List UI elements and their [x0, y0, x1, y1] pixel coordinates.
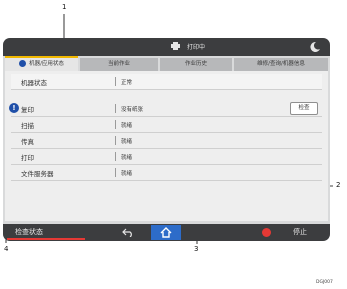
function-row-document-server: 文件服务器 就绪: [11, 165, 322, 181]
print-status-text: 打印中: [187, 44, 206, 51]
function-status: 没有纸张: [121, 107, 144, 113]
function-label: 复印: [21, 106, 34, 114]
tab-job-history[interactable]: 作业历史: [160, 58, 232, 71]
function-label: 传真: [21, 138, 34, 146]
top-status-bar: 打印中: [3, 38, 330, 56]
callout-4: 4: [4, 245, 9, 253]
control-panel-screen: 打印中 机器/应用状态 当前作业 作业历史 维修/查询/机器信息 机器状态 正常…: [3, 38, 330, 241]
tab-label: 维修/查询/机器信息: [257, 61, 305, 67]
check-status-indicator: [7, 238, 85, 240]
function-row-scan: 扫描 就绪: [11, 117, 322, 133]
home-icon: [160, 227, 172, 238]
divider: [115, 77, 116, 86]
figure-code: DGJ007: [316, 280, 333, 285]
tab-maintenance-info[interactable]: 维修/查询/机器信息: [234, 58, 328, 71]
function-row-print: 打印 就绪: [11, 149, 322, 165]
function-status: 就绪: [121, 139, 133, 145]
divider: [115, 152, 116, 161]
home-button[interactable]: [151, 225, 181, 240]
info-icon: [19, 60, 27, 67]
tab-current-jobs[interactable]: 当前作业: [80, 58, 158, 71]
divider: [115, 120, 116, 129]
check-status-key[interactable]: 检查状态: [15, 227, 43, 237]
function-status: 就绪: [121, 171, 133, 177]
bottom-bar: 检查状态 停止: [3, 224, 330, 241]
status-panel: 机器状态 正常 ! 复印 没有纸张 检查 扫描 就绪 传真 就绪 打印 就绪 文…: [5, 71, 328, 221]
function-status: 就绪: [121, 123, 133, 129]
moon-icon[interactable]: [309, 41, 321, 53]
callout-3: 3: [194, 245, 199, 253]
tab-label: 作业历史: [184, 61, 207, 67]
function-label: 扫描: [21, 122, 34, 130]
back-icon[interactable]: [122, 228, 134, 237]
machine-status-label: 机器状态: [21, 79, 47, 87]
function-row-copy: ! 复印 没有纸张 检查: [9, 101, 322, 117]
divider: [115, 168, 116, 177]
divider: [115, 136, 116, 145]
machine-status-row: 机器状态 正常: [11, 74, 322, 90]
tab-label: 当前作业: [107, 61, 130, 67]
callout-2: 2: [336, 181, 341, 189]
function-label: 文件服务器: [21, 170, 54, 178]
check-button[interactable]: 检查: [290, 102, 318, 115]
function-label: 打印: [21, 154, 34, 162]
tab-machine-app-status[interactable]: 机器/应用状态: [5, 56, 78, 72]
stop-key-label[interactable]: 停止: [293, 227, 307, 237]
function-row-fax: 传真 就绪: [11, 133, 322, 149]
function-status: 就绪: [121, 155, 133, 161]
tab-bar: 机器/应用状态 当前作业 作业历史 维修/查询/机器信息: [3, 56, 330, 72]
callout-1: 1: [62, 3, 67, 11]
machine-status-value: 正常: [121, 80, 133, 86]
stop-icon[interactable]: [262, 228, 271, 237]
printer-icon: [171, 42, 180, 50]
alert-icon: !: [9, 103, 19, 113]
divider: [115, 104, 116, 113]
tab-label: 机器/应用状态: [29, 61, 64, 67]
